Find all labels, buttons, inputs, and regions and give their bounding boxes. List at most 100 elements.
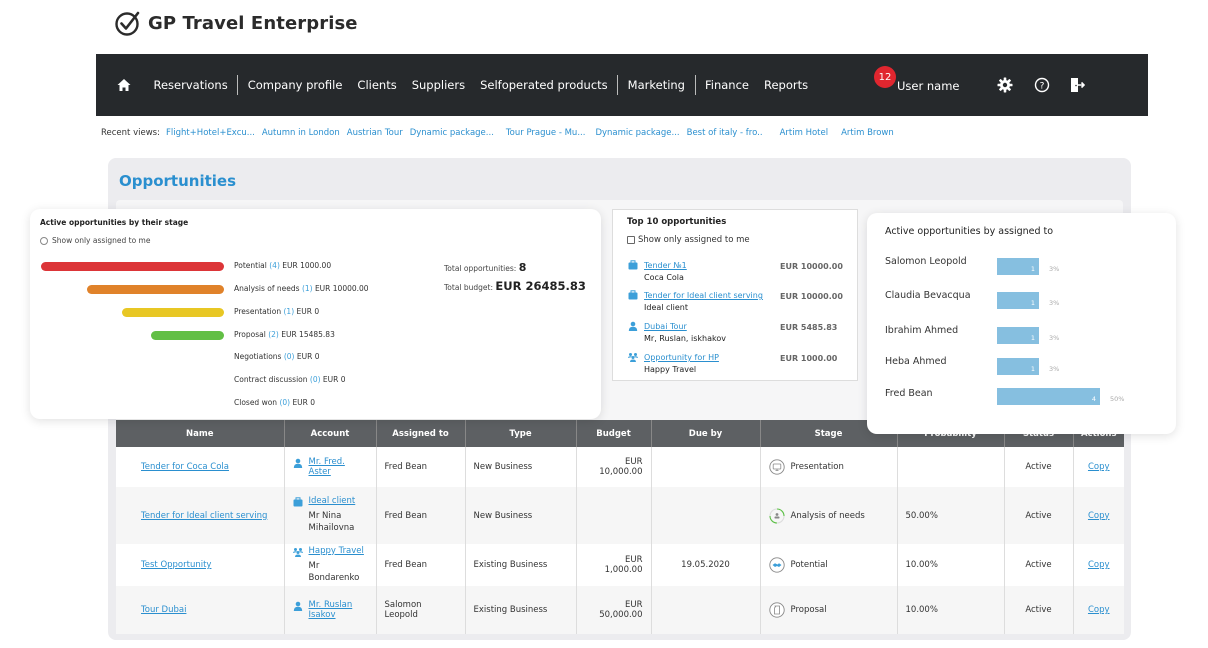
assigned-to-me-checkbox[interactable] — [627, 236, 635, 244]
status-cell: Active — [1003, 487, 1073, 544]
stage-count[interactable]: (0) — [310, 375, 321, 384]
type-cell: New Business — [464, 447, 576, 487]
stage-chart-card: Active opportunities by their stage Show… — [30, 209, 601, 419]
stage-amount: EUR 0 — [294, 352, 320, 361]
stage-name: Negotiations — [234, 352, 284, 361]
opportunity-name-link[interactable]: Test Opportunity — [141, 560, 211, 570]
stage-count[interactable]: (2) — [268, 330, 279, 339]
nav-clients[interactable]: Clients — [350, 78, 404, 92]
table-row: Tender for Ideal client serving Ideal cl… — [116, 487, 1124, 544]
stage-count[interactable]: (4) — [269, 261, 280, 270]
help-icon[interactable]: ? — [1034, 77, 1050, 93]
top10-item-amount: EUR 1000.00 — [780, 354, 838, 363]
budget-value: 10,000.00 — [599, 467, 643, 477]
recent-link[interactable]: Artim Brown — [841, 128, 894, 138]
assigned-bar[interactable]: 1 — [997, 292, 1039, 309]
stage-count[interactable]: (1) — [302, 284, 313, 293]
stage-label: Negotiations (0) EUR 0 — [234, 352, 319, 361]
assigned-bar[interactable]: 1 — [997, 258, 1039, 275]
stage-name: Proposal — [234, 330, 269, 339]
nav-reservations[interactable]: Reservations — [146, 78, 235, 92]
gear-icon[interactable] — [997, 77, 1013, 93]
recent-link[interactable]: Autumn in London — [262, 128, 340, 138]
nav-selfoperated-products[interactable]: Selfoperated products — [473, 78, 616, 92]
budget-cell — [575, 487, 651, 544]
assigned-to-cell: Fred Bean — [375, 487, 465, 544]
stage-label: Analysis of needs (1) EUR 10000.00 — [234, 284, 369, 293]
opportunity-name-link[interactable]: Tender for Coca Cola — [141, 462, 229, 472]
assigned-to-cell: Fred Bean — [375, 447, 465, 487]
top10-item-link[interactable]: Tender for Ideal client serving — [644, 291, 763, 300]
assigned-to-me-radio[interactable] — [40, 236, 48, 245]
recent-link[interactable]: Artim Hotel — [780, 128, 829, 138]
column-header-budget[interactable]: Budget — [575, 420, 651, 447]
stage-amount: EUR 10000.00 — [312, 284, 369, 293]
bar-value: 1 — [1030, 334, 1035, 342]
recent-link[interactable]: Dynamic package... — [410, 128, 494, 138]
stage-bar[interactable] — [41, 262, 224, 271]
assigned-bar[interactable]: 1 — [997, 327, 1039, 344]
assigned-to-cell: Fred Bean — [375, 544, 465, 586]
nav-company-profile[interactable]: Company profile — [240, 78, 350, 92]
column-header-type[interactable]: Type — [464, 420, 576, 447]
copy-button[interactable]: Copy — [1088, 560, 1110, 570]
budget-cell: EUR 1,000.00 — [575, 544, 651, 586]
stage-bar[interactable] — [87, 285, 224, 294]
opportunity-name-link[interactable]: Tender for Ideal client serving — [141, 511, 267, 521]
top10-item: Opportunity for HP Happy Travel EUR 1000… — [628, 352, 853, 382]
assigned-bar[interactable]: 1 — [997, 358, 1039, 375]
stage-count[interactable]: (1) — [284, 307, 295, 316]
assigned-row: Claudia Bevacqua 1 3% — [885, 290, 1165, 309]
stage-label: Contract discussion (0) EUR 0 — [234, 375, 346, 384]
copy-button[interactable]: Copy — [1088, 605, 1110, 615]
stage-bar[interactable] — [122, 308, 224, 317]
top10-item-link[interactable]: Dubai Tour — [644, 322, 687, 331]
recent-views: Recent views: Flight+Hotel+Excu... Autum… — [101, 128, 901, 138]
budget-value: EUR 1,000.00 — [604, 555, 643, 575]
top10-filter[interactable]: Show only assigned to me — [627, 235, 750, 245]
assignee-name: Claudia Bevacqua — [885, 290, 971, 301]
app-logo[interactable]: GP Travel Enterprise — [114, 10, 358, 36]
nav-marketing[interactable]: Marketing — [620, 78, 692, 92]
recent-link[interactable]: Austrian Tour — [347, 128, 403, 138]
budget-currency: EUR — [625, 457, 643, 467]
budget-cell: EUR 10,000.00 — [575, 447, 651, 487]
home-icon[interactable] — [116, 77, 132, 93]
account-link[interactable]: Ideal client — [309, 496, 368, 506]
svg-text:?: ? — [1040, 82, 1045, 92]
column-header-due-by[interactable]: Due by — [650, 420, 760, 447]
stage-filter[interactable]: Show only assigned to me — [40, 236, 150, 245]
nav-finance[interactable]: Finance — [698, 78, 757, 92]
copy-button[interactable]: Copy — [1088, 511, 1110, 521]
column-header-name[interactable]: Name — [116, 420, 284, 447]
recent-link[interactable]: Tour Prague - Mu... — [506, 128, 586, 138]
nav-reports[interactable]: Reports — [757, 78, 816, 92]
copy-button[interactable]: Copy — [1088, 462, 1110, 472]
nav-suppliers[interactable]: Suppliers — [404, 78, 472, 92]
user-name[interactable]: User name — [897, 79, 959, 93]
recent-link[interactable]: Flight+Hotel+Excu... — [166, 128, 255, 138]
account-contact: Mr Bondarenko — [308, 560, 360, 583]
recent-link[interactable]: Dynamic package... — [595, 128, 679, 138]
account-link[interactable]: Mr. Fred. Aster — [309, 457, 368, 477]
account-link[interactable]: Happy Travel — [309, 546, 368, 556]
stage-count[interactable]: (0) — [284, 352, 295, 361]
opportunity-name-link[interactable]: Tour Dubai — [141, 605, 186, 615]
budget-cell: EUR 50,000.00 — [575, 586, 651, 634]
column-header-account[interactable]: Account — [283, 420, 376, 447]
recent-link[interactable]: Best of italy - fro.. — [687, 128, 763, 138]
notification-badge[interactable]: 12 — [874, 66, 896, 88]
top10-item-link[interactable]: Opportunity for HP — [644, 353, 719, 362]
assigned-bar[interactable]: 4 — [997, 388, 1100, 405]
stage-row: Contract discussion (0) EUR 0 — [30, 375, 430, 387]
top10-item-account: Coca Cola — [644, 273, 684, 282]
stage-bar[interactable] — [151, 331, 224, 340]
logout-icon[interactable] — [1069, 77, 1085, 93]
top10-item-link[interactable]: Tender №1 — [644, 261, 687, 270]
probability-cell: 50.00% — [896, 487, 1004, 544]
column-header-assigned-to[interactable]: Assigned to — [375, 420, 465, 447]
bar-percentage: 3% — [1049, 365, 1060, 373]
stage-count[interactable]: (0) — [279, 398, 290, 407]
bar-value: 1 — [1030, 299, 1035, 307]
account-link[interactable]: Mr. Ruslan Isakov — [309, 600, 361, 620]
